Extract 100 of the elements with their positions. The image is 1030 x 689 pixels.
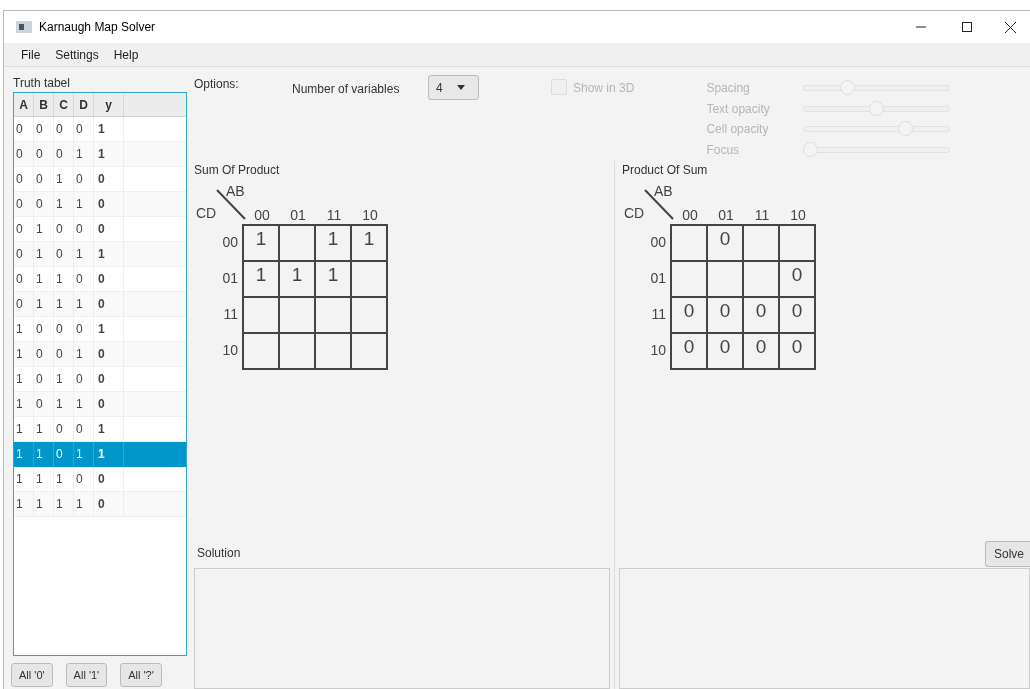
table-cell: 0	[54, 242, 74, 266]
column-header: y	[94, 93, 124, 116]
table-cell: 0	[34, 317, 54, 341]
table-cell: 0	[74, 217, 94, 241]
row-header: 11	[222, 304, 239, 324]
table-cell: 1	[54, 392, 74, 416]
map-cell: 1	[315, 225, 351, 261]
table-cell: 0	[54, 217, 74, 241]
column-header: A	[14, 93, 34, 116]
table-cell: 0	[14, 267, 34, 291]
table-cell: 1	[74, 142, 94, 166]
table-row[interactable]: 0 0 0 0 1	[14, 117, 186, 142]
table-cell: 1	[34, 292, 54, 316]
table-cell: 1	[74, 392, 94, 416]
variables-label: Number of variables	[292, 81, 401, 98]
column-header: B	[34, 93, 54, 116]
table-cell: 1	[94, 442, 124, 466]
map-cell	[315, 297, 351, 333]
table-cell: 0	[74, 167, 94, 191]
table-cell: 1	[14, 342, 34, 366]
column-header: 00	[681, 206, 699, 225]
column-variable-label: AB	[226, 182, 245, 201]
table-cell: 1	[94, 317, 124, 341]
map-cell: 0	[743, 333, 779, 369]
table-cell: 0	[14, 167, 34, 191]
table-cell: 0	[34, 342, 54, 366]
table-cell: 0	[14, 292, 34, 316]
table-row[interactable]: 1 0 0 0 1	[14, 317, 186, 342]
slider-label: Spacing	[706, 80, 751, 98]
table-cell: 0	[74, 317, 94, 341]
table-cell: 1	[94, 142, 124, 166]
table-cell: 1	[54, 292, 74, 316]
set-all-button[interactable]: All '0'	[11, 663, 53, 687]
table-cell: 1	[54, 467, 74, 491]
table-cell: 1	[14, 492, 34, 516]
table-cell: 0	[74, 467, 94, 491]
table-row[interactable]: 1 0 0 1 0	[14, 342, 186, 367]
map-cell: 1	[279, 261, 315, 297]
table-cell: 0	[94, 492, 124, 516]
menu-item[interactable]: File	[14, 45, 48, 64]
table-cell: 1	[34, 467, 54, 491]
table-row[interactable]: 1 0 1 0 0	[14, 367, 186, 392]
table-cell: 1	[74, 492, 94, 516]
table-row[interactable]: 1 1 1 0 0	[14, 467, 186, 492]
table-cell: 0	[34, 117, 54, 141]
table-cell: 1	[34, 242, 54, 266]
map-cell: 1	[351, 225, 387, 261]
map-cell	[279, 297, 315, 333]
slider-label: Focus	[706, 141, 741, 159]
table-cell: 0	[94, 217, 124, 241]
table-cell: 0	[94, 367, 124, 391]
table-cell: 1	[94, 417, 124, 441]
table-row[interactable]: 0 0 0 1 1	[14, 142, 186, 167]
map-cell: 0	[671, 297, 707, 333]
table-cell: 0	[34, 142, 54, 166]
table-cell: 0	[14, 217, 34, 241]
column-header: C	[54, 93, 74, 116]
map-cell	[743, 261, 779, 297]
row-header: 10	[649, 340, 667, 360]
row-header: 11	[650, 304, 667, 324]
table-cell: 0	[94, 192, 124, 216]
map-cell: 0	[743, 297, 779, 333]
table-cell: 1	[74, 442, 94, 466]
solve-button[interactable]: Solve	[984, 541, 1030, 567]
table-cell: 1	[14, 467, 34, 491]
table-row[interactable]: 0 1 0 0 0	[14, 217, 186, 242]
table-row[interactable]: 1 1 0 0 1	[14, 417, 186, 442]
map-cell: 1	[243, 261, 279, 297]
table-row[interactable]: 1 0 1 1 0	[14, 392, 186, 417]
table-cell: 1	[54, 192, 74, 216]
table-cell: 1	[34, 442, 54, 466]
table-cell: 1	[54, 492, 74, 516]
table-cell: 1	[54, 367, 74, 391]
table-cell: 1	[14, 442, 34, 466]
table-cell: 0	[94, 167, 124, 191]
table-row[interactable]: 0 1 1 1 0	[14, 292, 186, 317]
column-header: 10	[789, 206, 807, 225]
row-header: 01	[221, 268, 239, 288]
map-cell: 0	[779, 333, 815, 369]
variables-dropdown[interactable]: 4	[428, 75, 479, 100]
table-row[interactable]: 0 0 1 0 0	[14, 167, 186, 192]
window-title: Karnaugh Map Solver	[39, 19, 156, 36]
table-cell: 0	[54, 417, 74, 441]
menu-item[interactable]: Settings	[48, 45, 106, 64]
table-row[interactable]: 1 1 1 1 0	[14, 492, 186, 517]
map-cell: 0	[779, 261, 815, 297]
set-all-button[interactable]: All '?'	[120, 663, 162, 687]
table-cell: 1	[74, 342, 94, 366]
table-cell: 0	[94, 467, 124, 491]
map-title: Product Of Sum	[622, 162, 708, 179]
row-header: 00	[221, 232, 239, 252]
table-cell: 1	[34, 217, 54, 241]
table-row[interactable]: 0 1 0 1 1	[14, 242, 186, 267]
table-row[interactable]: 0 0 1 1 0	[14, 192, 186, 217]
table-cell: 1	[14, 317, 34, 341]
table-row[interactable]: 0 1 1 0 0	[14, 267, 186, 292]
set-all-button[interactable]: All '1'	[65, 663, 108, 687]
table-cell: 0	[14, 142, 34, 166]
menu-item[interactable]: Help	[106, 45, 146, 64]
map-title: Sum Of Product	[194, 162, 280, 179]
